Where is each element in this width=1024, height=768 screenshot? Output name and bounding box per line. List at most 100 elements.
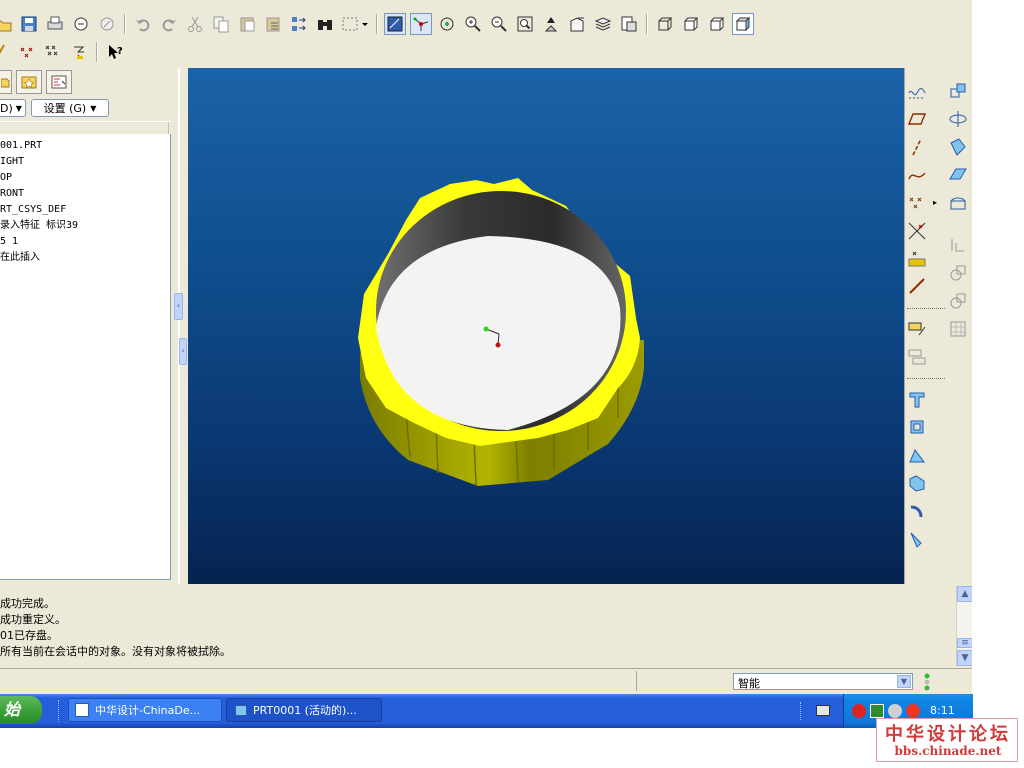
chevron-down-icon[interactable]: ▼ (897, 675, 911, 688)
datum-point-display-icon[interactable] (16, 41, 38, 63)
tree-item-csys[interactable]: RT_CSYS_DEF (0, 202, 66, 218)
panel-splitter[interactable]: ‹ › (174, 68, 187, 584)
select-box-icon[interactable] (340, 13, 370, 35)
merge-icon[interactable] (947, 108, 969, 130)
saved-views-icon[interactable] (618, 13, 640, 35)
datum-curve-icon[interactable] (906, 164, 928, 186)
no-hidden-icon[interactable] (706, 13, 728, 35)
sweep-icon[interactable] (906, 444, 928, 466)
pattern-icon[interactable] (947, 164, 969, 186)
shading-icon[interactable] (732, 13, 754, 35)
boundary-blend-icon[interactable] (906, 500, 928, 522)
hidden-line-icon[interactable] (680, 13, 702, 35)
antivirus-icon[interactable] (870, 704, 884, 718)
tree-item-part[interactable]: 001.PRT (0, 138, 42, 154)
view-manager-icon[interactable] (566, 13, 588, 35)
start-button[interactable]: 始 (0, 696, 42, 724)
redo-icon[interactable] (158, 13, 180, 35)
sketch-tool-icon[interactable] (906, 318, 928, 340)
datum-point-icon[interactable] (906, 192, 928, 214)
layers-icon[interactable] (592, 13, 614, 35)
security-shield-icon[interactable] (852, 704, 866, 718)
undo-icon[interactable] (132, 13, 154, 35)
paste-special-icon[interactable] (262, 13, 284, 35)
graphics-viewport[interactable] (188, 68, 904, 584)
datum-axis-display-icon[interactable] (0, 41, 12, 63)
keyboard-icon[interactable] (816, 705, 830, 716)
toolbar-grip (800, 702, 805, 720)
blend-icon[interactable] (906, 472, 928, 494)
settings-dropdown[interactable]: 设置 (G) ▼ (31, 99, 109, 117)
datum-plane-icon[interactable] (906, 108, 928, 130)
extrude-icon[interactable] (906, 388, 928, 410)
taskbar-item-proe[interactable]: PRT0001 (活动的)... (226, 698, 382, 722)
scroll-up-icon[interactable]: ▲ (957, 586, 972, 602)
sketch-datum-curve-icon[interactable] (906, 80, 928, 102)
tree-item-feature-1[interactable]: 5 1 (0, 234, 18, 250)
pro-engineer-window: ? D) ▼ 设置 (G) ▼ 001.PRT IGHT OP RONT RT_… (0, 0, 972, 694)
datum-display-icon[interactable] (384, 13, 406, 35)
round-icon[interactable] (906, 528, 928, 550)
scroll-thumb[interactable]: ≡ (957, 638, 972, 648)
forum-watermark: 中华设计论坛 bbs.chinade.net (876, 718, 1018, 762)
save-icon[interactable] (18, 13, 40, 35)
trim-icon[interactable] (947, 136, 969, 158)
collapse-left-icon[interactable]: ‹ (174, 293, 183, 320)
print-icon[interactable] (44, 13, 66, 35)
standard-toolbar (0, 10, 756, 38)
field-point-icon[interactable] (906, 248, 928, 270)
taskbar-item-browser[interactable]: 中华设计-ChinaDe... (68, 698, 222, 722)
mirror-icon[interactable] (947, 80, 969, 102)
paste-icon[interactable] (236, 13, 258, 35)
part-model-render (358, 178, 644, 486)
erase-icon[interactable] (96, 13, 118, 35)
spin-center-icon[interactable] (410, 13, 432, 35)
orient-mode-icon[interactable] (436, 13, 458, 35)
offset-point-icon[interactable] (906, 220, 928, 242)
regenerate-icon[interactable] (288, 13, 310, 35)
datum-csys-icon[interactable] (906, 276, 928, 298)
shell-icon[interactable] (947, 234, 969, 256)
datum-point-flyout-icon[interactable]: ▸ (933, 198, 937, 207)
favorites-tab-icon[interactable] (16, 70, 42, 94)
tree-item-front-plane[interactable]: RONT (0, 186, 24, 202)
tree-item-top-plane[interactable]: OP (0, 170, 12, 186)
network-icon[interactable] (888, 704, 902, 718)
datum-axis-icon[interactable] (906, 136, 928, 158)
zoom-out-icon[interactable] (488, 13, 510, 35)
wireframe-icon[interactable] (654, 13, 676, 35)
copy-icon[interactable] (210, 13, 232, 35)
message-scrollbar[interactable]: ▲ ≡ ▼ (956, 586, 972, 666)
zoom-in-icon[interactable] (462, 13, 484, 35)
reorient-icon[interactable] (540, 13, 562, 35)
message-line: 所有当前在会话中的对象。没有对象将被拭除。 (0, 645, 231, 658)
scroll-down-icon[interactable]: ▼ (957, 650, 972, 666)
selection-filter-dropdown[interactable]: 智能 ▼ (733, 673, 913, 690)
firewall-icon[interactable] (906, 704, 920, 718)
cut-icon[interactable] (184, 13, 206, 35)
datum-display-toolbar: ? (0, 38, 128, 66)
folder-tab-icon[interactable] (0, 70, 12, 94)
message-line: 01已存盘。 (0, 629, 58, 642)
rib-icon[interactable] (947, 262, 969, 284)
web-tab-icon[interactable] (46, 70, 72, 94)
expand-right-icon[interactable]: › (179, 338, 187, 365)
show-dropdown[interactable]: D) ▼ (0, 99, 26, 117)
refit-icon[interactable] (514, 13, 536, 35)
open-icon[interactable] (0, 13, 14, 35)
clock[interactable]: 8:11 (930, 704, 955, 717)
csys-display-icon[interactable] (68, 41, 90, 63)
draft-icon[interactable] (947, 290, 969, 312)
find-icon[interactable] (314, 13, 336, 35)
datum-point-symbol-icon[interactable] (42, 41, 64, 63)
tree-item-insert-here[interactable]: 在此插入 (0, 250, 40, 266)
tree-item-right-plane[interactable]: IGHT (0, 154, 24, 170)
context-help-icon[interactable]: ? (104, 41, 126, 63)
panel-tabs (0, 70, 80, 96)
tree-item-imported-feature[interactable]: 录入特征 标识39 (0, 218, 78, 234)
revolve-icon[interactable] (906, 416, 928, 438)
hole-icon[interactable] (947, 192, 969, 214)
analysis-icon[interactable] (906, 346, 928, 368)
chamfer-icon[interactable] (947, 318, 969, 340)
send-icon[interactable] (70, 13, 92, 35)
